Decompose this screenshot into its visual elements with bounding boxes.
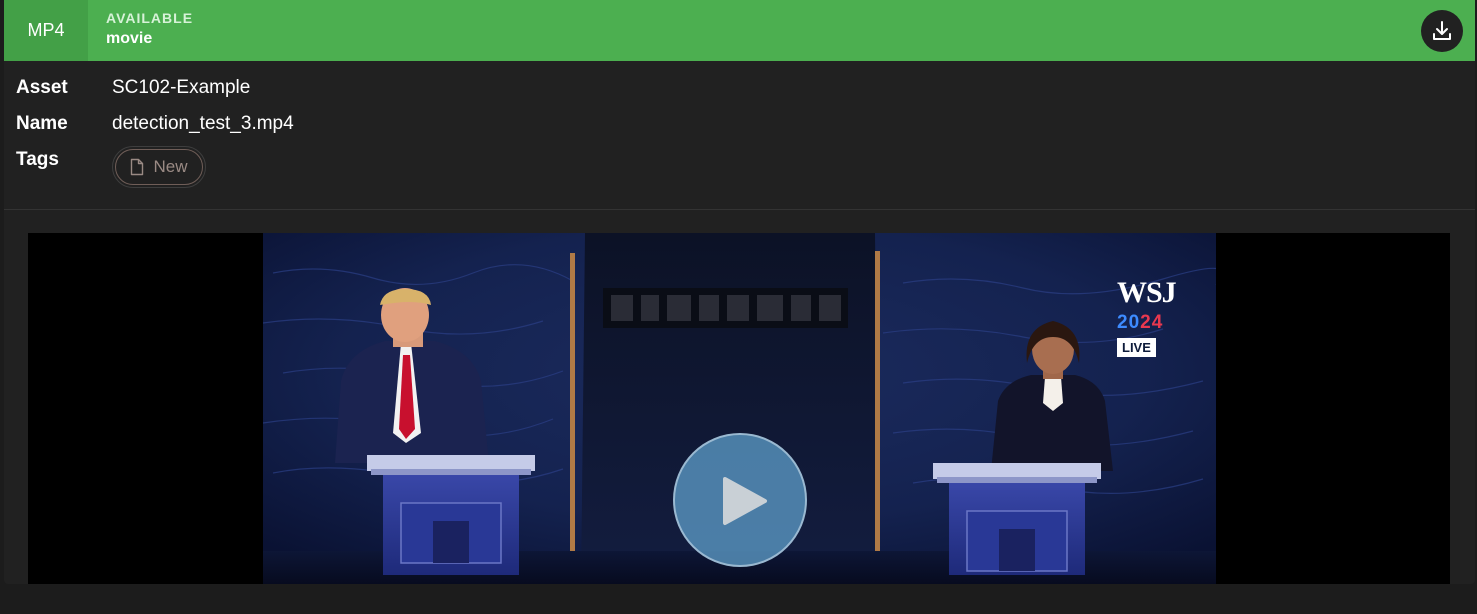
wsj-year: 2024	[1117, 312, 1177, 334]
download-button[interactable]	[1421, 10, 1463, 52]
wsj-live-overlay: WSJ 2024 LIVE	[1117, 278, 1177, 357]
status-label: AVAILABLE	[106, 10, 194, 26]
section-divider	[4, 209, 1475, 210]
media-type-label: movie	[106, 30, 153, 47]
wsj-year-part-c: 24	[1140, 312, 1164, 333]
wsj-year-part-a: 2	[1117, 312, 1129, 333]
asset-value: SC102-Example	[112, 77, 251, 98]
tags-list: New	[112, 146, 206, 188]
tags-label: Tags	[16, 149, 59, 170]
name-value: detection_test_3.mp4	[112, 113, 294, 134]
tag-label: New	[153, 157, 188, 176]
play-icon	[723, 477, 767, 525]
media-header: MP4 AVAILABLE movie	[4, 0, 1475, 61]
live-badge: LIVE	[1117, 338, 1156, 357]
download-icon	[1433, 21, 1451, 40]
file-icon	[131, 158, 144, 176]
format-badge: MP4	[4, 0, 88, 61]
media-card: MP4 AVAILABLE movie Asset SC102-Example …	[4, 0, 1475, 584]
wsj-year-part-b: 0	[1128, 312, 1141, 333]
play-button[interactable]	[673, 433, 807, 567]
video-player[interactable]: WSJ 2024 LIVE	[28, 233, 1450, 584]
asset-label: Asset	[16, 77, 68, 98]
name-label: Name	[16, 113, 68, 134]
tag-chip-new[interactable]: New	[115, 149, 203, 185]
wsj-logo: WSJ	[1117, 276, 1177, 309]
